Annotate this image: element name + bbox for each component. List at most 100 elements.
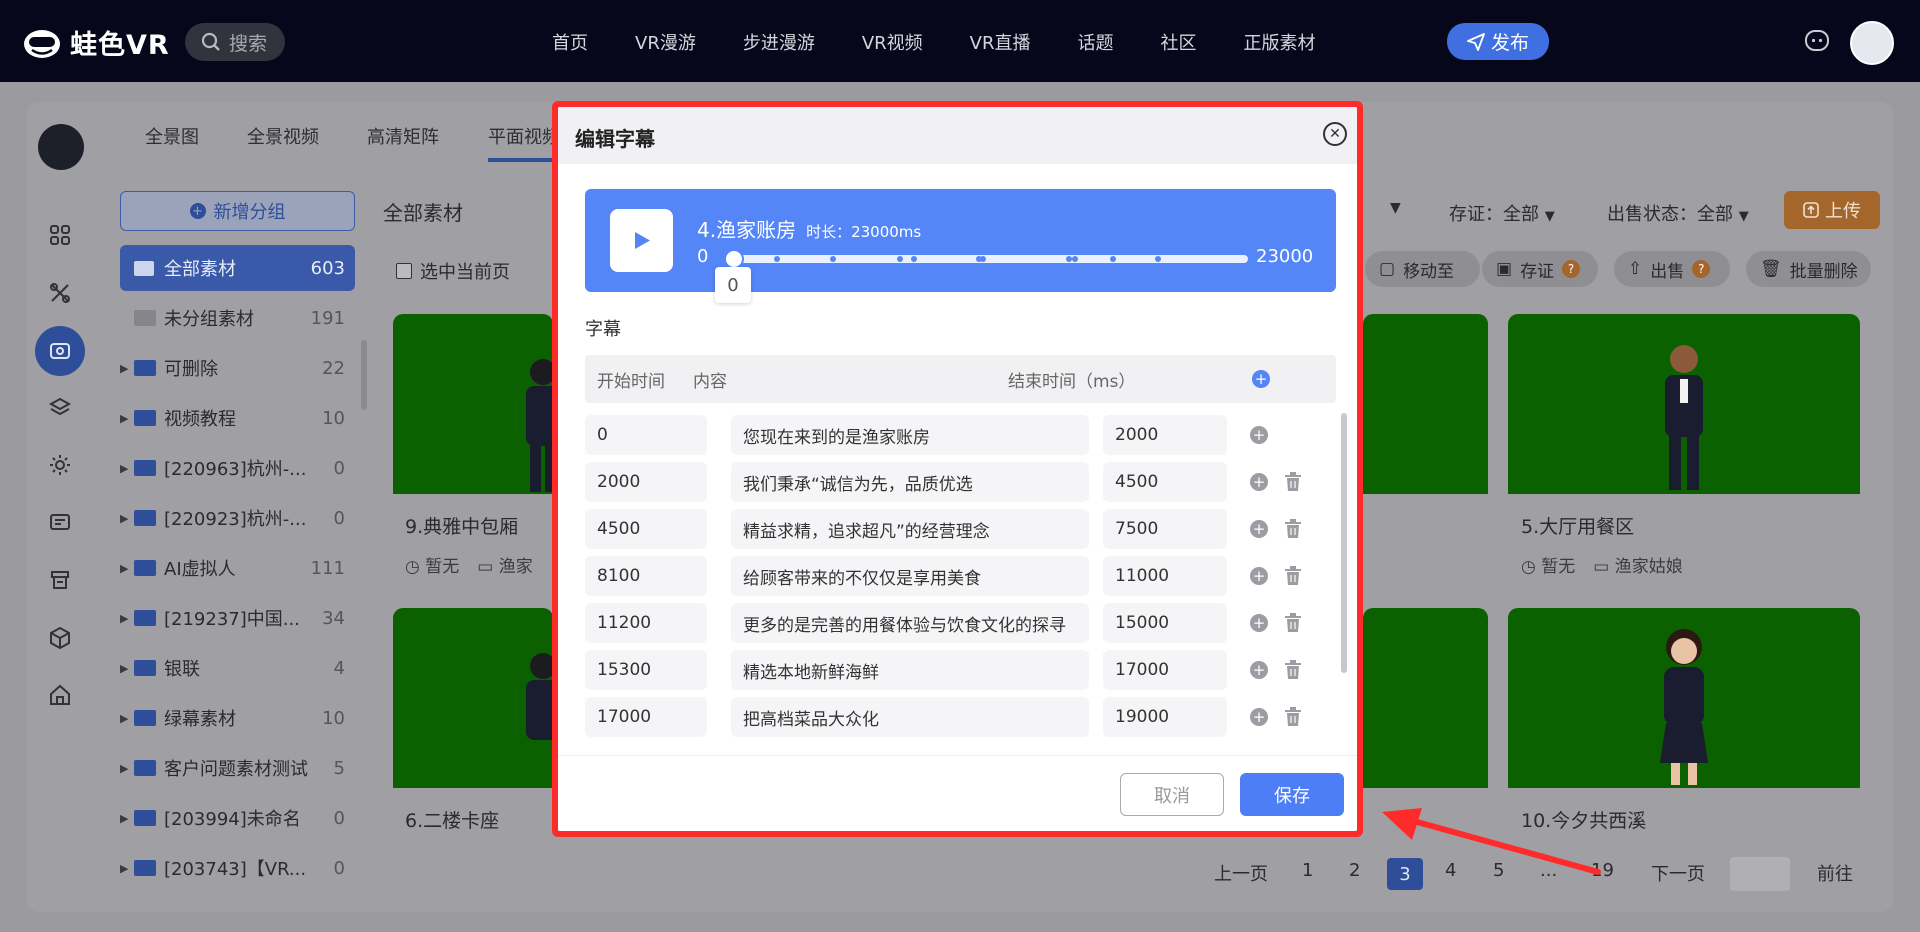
caret-right-icon[interactable]: ▶ <box>120 512 134 525</box>
subtitle-text-input[interactable]: 我们秉承“诚信为先，品质优选 <box>731 462 1089 502</box>
sidebar-item-group[interactable]: ▶ [219237]中国... 34 <box>120 603 355 633</box>
tab-flat-video[interactable]: 平面视频 <box>488 123 560 149</box>
start-time-input[interactable]: 2000 <box>585 462 707 502</box>
caret-right-icon[interactable]: ▶ <box>120 462 134 475</box>
home-icon[interactable] <box>48 683 72 707</box>
checkbox[interactable] <box>396 263 412 279</box>
search-box[interactable]: 搜索 <box>185 23 285 61</box>
trash-icon[interactable] <box>1285 566 1301 585</box>
subtitle-text-input[interactable]: 给顾客带来的不仅仅是享用美食 <box>731 556 1089 596</box>
upload-button[interactable]: 上传 <box>1784 191 1880 229</box>
end-time-input[interactable]: 7500 <box>1103 509 1227 549</box>
add-row-icon[interactable]: + <box>1250 426 1268 444</box>
certify-button[interactable]: ▣ 存证? <box>1482 251 1598 287</box>
end-time-input[interactable]: 2000 <box>1103 415 1227 455</box>
tools-icon[interactable] <box>48 281 72 305</box>
sidebar-item-group[interactable]: ▶ [203994]未命名 0 <box>120 803 355 833</box>
start-time-input[interactable]: 17000 <box>585 697 707 737</box>
caret-right-icon[interactable]: ▶ <box>120 812 134 825</box>
nav-vr-video[interactable]: VR视频 <box>862 29 923 55</box>
add-row-icon[interactable]: + <box>1250 614 1268 632</box>
play-button[interactable] <box>610 209 673 272</box>
nav-step-tour[interactable]: 步进漫游 <box>743 29 815 55</box>
user-avatar[interactable] <box>1850 21 1894 65</box>
pager-next[interactable]: 下一页 <box>1651 860 1705 886</box>
trash-icon[interactable] <box>1285 660 1301 679</box>
trash-icon[interactable] <box>1285 519 1301 538</box>
subtitle-text-input[interactable]: 您现在来到的是渔家账房 <box>731 415 1089 455</box>
sidebar-item-group[interactable]: ▶ AI虚拟人 111 <box>120 553 355 583</box>
cert-filter[interactable]: 存证：全部 ▼ <box>1449 200 1555 226</box>
sidebar-item-group[interactable]: ▶ 银联 4 <box>120 653 355 683</box>
nav-community[interactable]: 社区 <box>1160 29 1196 55</box>
batch-delete-button[interactable]: 🗑 批量删除 <box>1746 251 1871 287</box>
caret-right-icon[interactable]: ▶ <box>120 362 134 375</box>
end-time-input[interactable]: 4500 <box>1103 462 1227 502</box>
filter-dropdown-caret[interactable]: ▼ <box>1390 200 1401 216</box>
sidebar-item-group[interactable]: ▶ [220923]杭州-... 0 <box>120 503 355 533</box>
nav-vr-tour[interactable]: VR漫游 <box>635 29 696 55</box>
add-row-icon[interactable]: + <box>1250 473 1268 491</box>
start-time-input[interactable]: 0 <box>585 415 707 455</box>
add-group-button[interactable]: + 新增分组 <box>120 191 355 231</box>
sidebar-item-group[interactable]: ▶ [220963]杭州-... 0 <box>120 453 355 483</box>
subtitle-text-input[interactable]: 精益求精，追求超凡”的经营理念 <box>731 509 1089 549</box>
layers-icon[interactable] <box>48 396 72 420</box>
add-row-icon[interactable]: + <box>1250 708 1268 726</box>
asset-thumbnail[interactable] <box>1508 314 1860 494</box>
caret-right-icon[interactable]: ▶ <box>120 562 134 575</box>
sidebar-item-group[interactable]: ▶ 绿幕素材 10 <box>120 703 355 733</box>
nav-vr-live[interactable]: VR直播 <box>970 29 1031 55</box>
sell-button[interactable]: ⇧ 出售? <box>1614 251 1730 287</box>
save-button[interactable]: 保存 <box>1240 773 1344 816</box>
message-icon[interactable] <box>1804 28 1830 54</box>
caret-right-icon[interactable]: ▶ <box>120 712 134 725</box>
sidebar-item-group[interactable]: ▶ 可删除 22 <box>120 353 355 383</box>
caret-right-icon[interactable]: ▶ <box>120 612 134 625</box>
nav-licensed-assets[interactable]: 正版素材 <box>1243 29 1315 55</box>
progress-track[interactable] <box>732 255 1248 263</box>
asset-thumbnail[interactable] <box>1508 608 1860 788</box>
subtitle-list-scrollbar[interactable] <box>1341 413 1347 673</box>
store-icon[interactable] <box>48 568 72 592</box>
add-row-icon[interactable]: + <box>1250 520 1268 538</box>
select-current-page[interactable]: 选中当前页 <box>396 258 510 284</box>
sale-status-filter[interactable]: 出售状态：全部 ▼ <box>1607 200 1749 226</box>
grid-icon[interactable] <box>48 223 72 247</box>
end-time-input[interactable]: 17000 <box>1103 650 1227 690</box>
start-time-input[interactable]: 4500 <box>585 509 707 549</box>
subtitle-text-input[interactable]: 精选本地新鲜海鲜 <box>731 650 1089 690</box>
sidebar-item-ungrouped[interactable]: 未分组素材 191 <box>134 303 355 333</box>
move-to-button[interactable]: ▢ 移动至 <box>1365 251 1480 287</box>
sidebar-item-group[interactable]: ▶ 视频教程 10 <box>120 403 355 433</box>
cancel-button[interactable]: 取消 <box>1120 773 1224 816</box>
pager-prev[interactable]: 上一页 <box>1214 860 1268 886</box>
start-time-input[interactable]: 15300 <box>585 650 707 690</box>
add-row-icon[interactable]: + <box>1250 567 1268 585</box>
tab-panorama[interactable]: 全景图 <box>145 123 199 149</box>
caret-right-icon[interactable]: ▶ <box>120 662 134 675</box>
sidebar-item-all[interactable]: 全部素材 603 <box>120 245 355 291</box>
start-time-input[interactable]: 8100 <box>585 556 707 596</box>
help-icon[interactable]: ? <box>1562 260 1581 278</box>
sidebar-scrollbar[interactable] <box>361 340 367 410</box>
end-time-input[interactable]: 11000 <box>1103 556 1227 596</box>
publish-button[interactable]: 发布 <box>1447 23 1549 60</box>
cube-icon[interactable] <box>48 626 72 650</box>
start-time-input[interactable]: 11200 <box>585 603 707 643</box>
end-time-input[interactable]: 19000 <box>1103 697 1227 737</box>
pager-goto-input[interactable] <box>1730 857 1790 891</box>
nav-home[interactable]: 首页 <box>552 29 588 55</box>
asset-thumbnail[interactable] <box>393 314 553 494</box>
close-icon[interactable]: ✕ <box>1323 122 1347 146</box>
asset-thumbnail[interactable] <box>1363 608 1488 788</box>
trash-icon[interactable] <box>1285 707 1301 726</box>
asset-thumbnail[interactable] <box>393 608 553 788</box>
nav-topics[interactable]: 话题 <box>1077 29 1113 55</box>
pager-page[interactable]: 2 <box>1349 860 1360 881</box>
trash-icon[interactable] <box>1285 613 1301 632</box>
add-row-icon[interactable]: + <box>1252 370 1270 388</box>
subtitle-text-input[interactable]: 更多的是完善的用餐体验与饮食文化的探寻 <box>731 603 1089 643</box>
caret-right-icon[interactable]: ▶ <box>120 762 134 775</box>
sidebar-item-group[interactable]: ▶ [203743]【VR... 0 <box>120 853 355 883</box>
